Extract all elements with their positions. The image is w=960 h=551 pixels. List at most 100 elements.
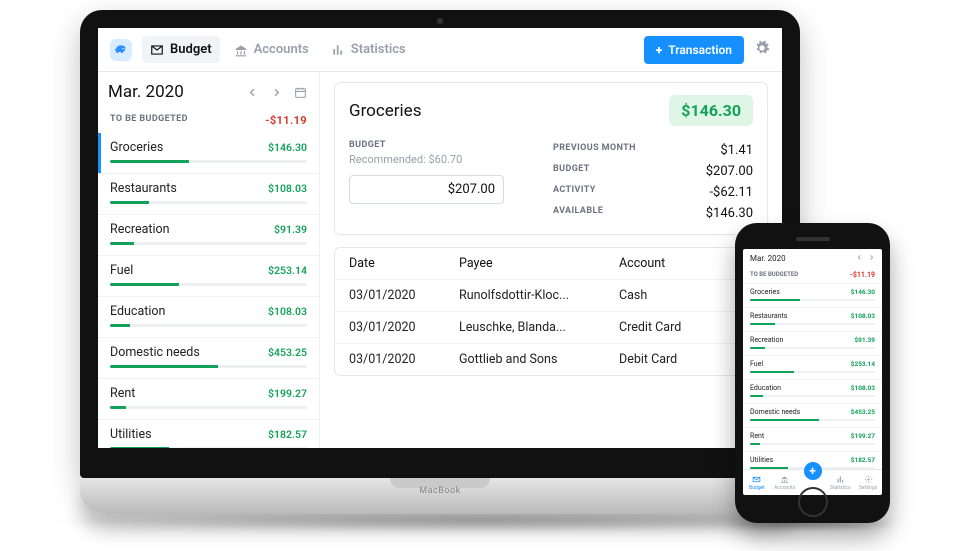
budget-stat-label: BUDGET: [553, 164, 590, 179]
prev-month-button[interactable]: [243, 83, 261, 101]
phone-tab-settings[interactable]: Settings: [854, 475, 882, 491]
new-transaction-button[interactable]: + Transaction: [644, 36, 744, 64]
detail-title: Groceries: [349, 101, 421, 121]
phone-tab-statistics[interactable]: Statistics: [826, 475, 854, 491]
main: Groceries $146.30 BUDGET Recommended: $6…: [320, 72, 782, 448]
phone-category-row[interactable]: Groceries$146.30: [743, 283, 882, 307]
recommended-label: Recommended: $60.70: [349, 153, 533, 166]
phone-category-name: Fuel: [750, 360, 763, 368]
phone-category-name: Domestic needs: [750, 408, 800, 416]
nav-budget-label: Budget: [170, 42, 212, 57]
table-row[interactable]: 03/01/2020Gottlieb and SonsDebit Card: [335, 344, 767, 375]
category-row[interactable]: Rent $199.27: [98, 379, 319, 420]
phone-category-row[interactable]: Rent$199.27: [743, 427, 882, 451]
nav-accounts-label: Accounts: [254, 42, 309, 57]
bank-icon: [780, 475, 789, 484]
transaction-table: Date Payee Account 03/01/2020Runolfsdott…: [334, 247, 768, 376]
phone-category-progress: [750, 419, 875, 421]
category-row[interactable]: Recreation$91.39: [98, 215, 319, 256]
phone-category-amount: $253.14: [851, 360, 875, 368]
settings-button[interactable]: [754, 40, 770, 60]
phone-tbb-label: TO BE BUDGETED: [750, 271, 798, 279]
category-row[interactable]: Groceries $146.30: [98, 133, 319, 174]
chart-icon: [331, 43, 345, 57]
category-amount: $91.39: [274, 223, 307, 236]
category-name: Education: [110, 304, 165, 319]
phone-category-name: Groceries: [750, 288, 780, 296]
table-row[interactable]: 03/01/2020Leuschke, Blanda...Credit Card: [335, 312, 767, 344]
period-label: Mar. 2020: [108, 82, 237, 102]
tx-account: Credit Card: [619, 320, 753, 335]
phone-next-button[interactable]: [868, 254, 875, 263]
phone-period: Mar. 2020: [750, 254, 786, 263]
stats: PREVIOUS MONTH$1.41 BUDGET$207.00 ACTIVI…: [553, 140, 753, 224]
plus-icon: +: [809, 464, 816, 478]
nav-budget[interactable]: Budget: [142, 36, 220, 63]
phone-tab-accounts[interactable]: Accounts: [771, 475, 799, 491]
th-date: Date: [349, 256, 459, 271]
category-amount: $108.03: [268, 182, 307, 195]
category-row[interactable]: Education$108.03: [98, 297, 319, 338]
category-row[interactable]: Utilities $182.57: [98, 420, 319, 448]
category-row[interactable]: Fuel$253.14: [98, 256, 319, 297]
category-amount: $146.30: [268, 141, 307, 154]
phone-category-row[interactable]: Education$108.03: [743, 379, 882, 403]
calendar-button[interactable]: [291, 83, 309, 101]
category-name: Fuel: [110, 263, 133, 278]
phone-category-amount: $108.03: [851, 312, 875, 320]
nav-statistics-label: Statistics: [351, 42, 406, 57]
phone-category-progress: [750, 347, 875, 349]
phone-tab-budget[interactable]: Budget: [743, 475, 771, 491]
category-name: Utilities: [110, 427, 152, 442]
phone-category-row[interactable]: Domestic needs $453.25: [743, 403, 882, 427]
bank-icon: [234, 43, 248, 57]
nav-statistics[interactable]: Statistics: [323, 36, 414, 63]
th-payee: Payee: [459, 256, 619, 271]
phone-category-row[interactable]: Restaurants $108.03: [743, 307, 882, 331]
prev-month-label: PREVIOUS MONTH: [553, 143, 636, 158]
th-account: Account: [619, 256, 753, 271]
category-progress: [110, 365, 307, 368]
category-row[interactable]: Domestic needs$453.25: [98, 338, 319, 379]
next-month-button[interactable]: [267, 83, 285, 101]
budget-app: Budget Accounts Statistics + Tr: [98, 28, 782, 448]
plus-icon: +: [656, 43, 662, 57]
app-logo[interactable]: [110, 39, 132, 61]
phone-category-amount: $91.39: [854, 336, 875, 344]
top-bar: Budget Accounts Statistics + Tr: [98, 28, 782, 72]
available-label: AVAILABLE: [553, 206, 603, 221]
phone-fab-add[interactable]: +: [804, 462, 822, 480]
category-name: Domestic needs: [110, 345, 200, 360]
phone-prev-button[interactable]: [856, 254, 863, 263]
envelope-icon: [150, 43, 164, 57]
phone-category-progress: [750, 443, 875, 445]
phone-category-amount: $182.57: [851, 456, 875, 464]
phone-category-amount: $453.25: [851, 408, 875, 416]
phone-category-amount: $199.27: [851, 432, 875, 440]
category-name: Restaurants: [110, 181, 177, 196]
phone-mockup: Mar. 2020 TO BE BUDGETED -$11.19 Groceri…: [735, 223, 890, 523]
activity-label: ACTIVITY: [553, 185, 596, 200]
budget-input[interactable]: [349, 175, 504, 204]
category-amount: $182.57: [268, 428, 307, 441]
category-name: Rent: [110, 386, 135, 401]
nav-accounts[interactable]: Accounts: [226, 36, 317, 63]
tx-account: Debit Card: [619, 352, 753, 367]
phone-category-list: Groceries$146.30 Restaurants $108.03 Recrea…: [743, 283, 882, 469]
laptop-mockup: Budget Accounts Statistics + Tr: [80, 10, 800, 514]
category-progress: [110, 160, 307, 163]
to-be-budgeted-label: TO BE BUDGETED: [110, 114, 188, 127]
table-row[interactable]: 03/01/2020Runolfsdottir-Kloc...Cash: [335, 280, 767, 312]
phone-category-row[interactable]: Fuel $253.14: [743, 355, 882, 379]
chevron-right-icon: [271, 87, 282, 98]
category-name: Groceries: [110, 140, 163, 155]
category-row[interactable]: Restaurants $108.03: [98, 174, 319, 215]
phone-category-name: Restaurants: [750, 312, 787, 320]
category-amount: $199.27: [268, 387, 307, 400]
category-detail-card: Groceries $146.30 BUDGET Recommended: $6…: [334, 82, 768, 235]
chevron-left-icon: [247, 87, 258, 98]
budget-label: BUDGET: [349, 140, 533, 150]
phone-category-row[interactable]: Recreation$91.39: [743, 331, 882, 355]
category-progress: [110, 283, 307, 286]
gear-icon: [754, 40, 770, 56]
